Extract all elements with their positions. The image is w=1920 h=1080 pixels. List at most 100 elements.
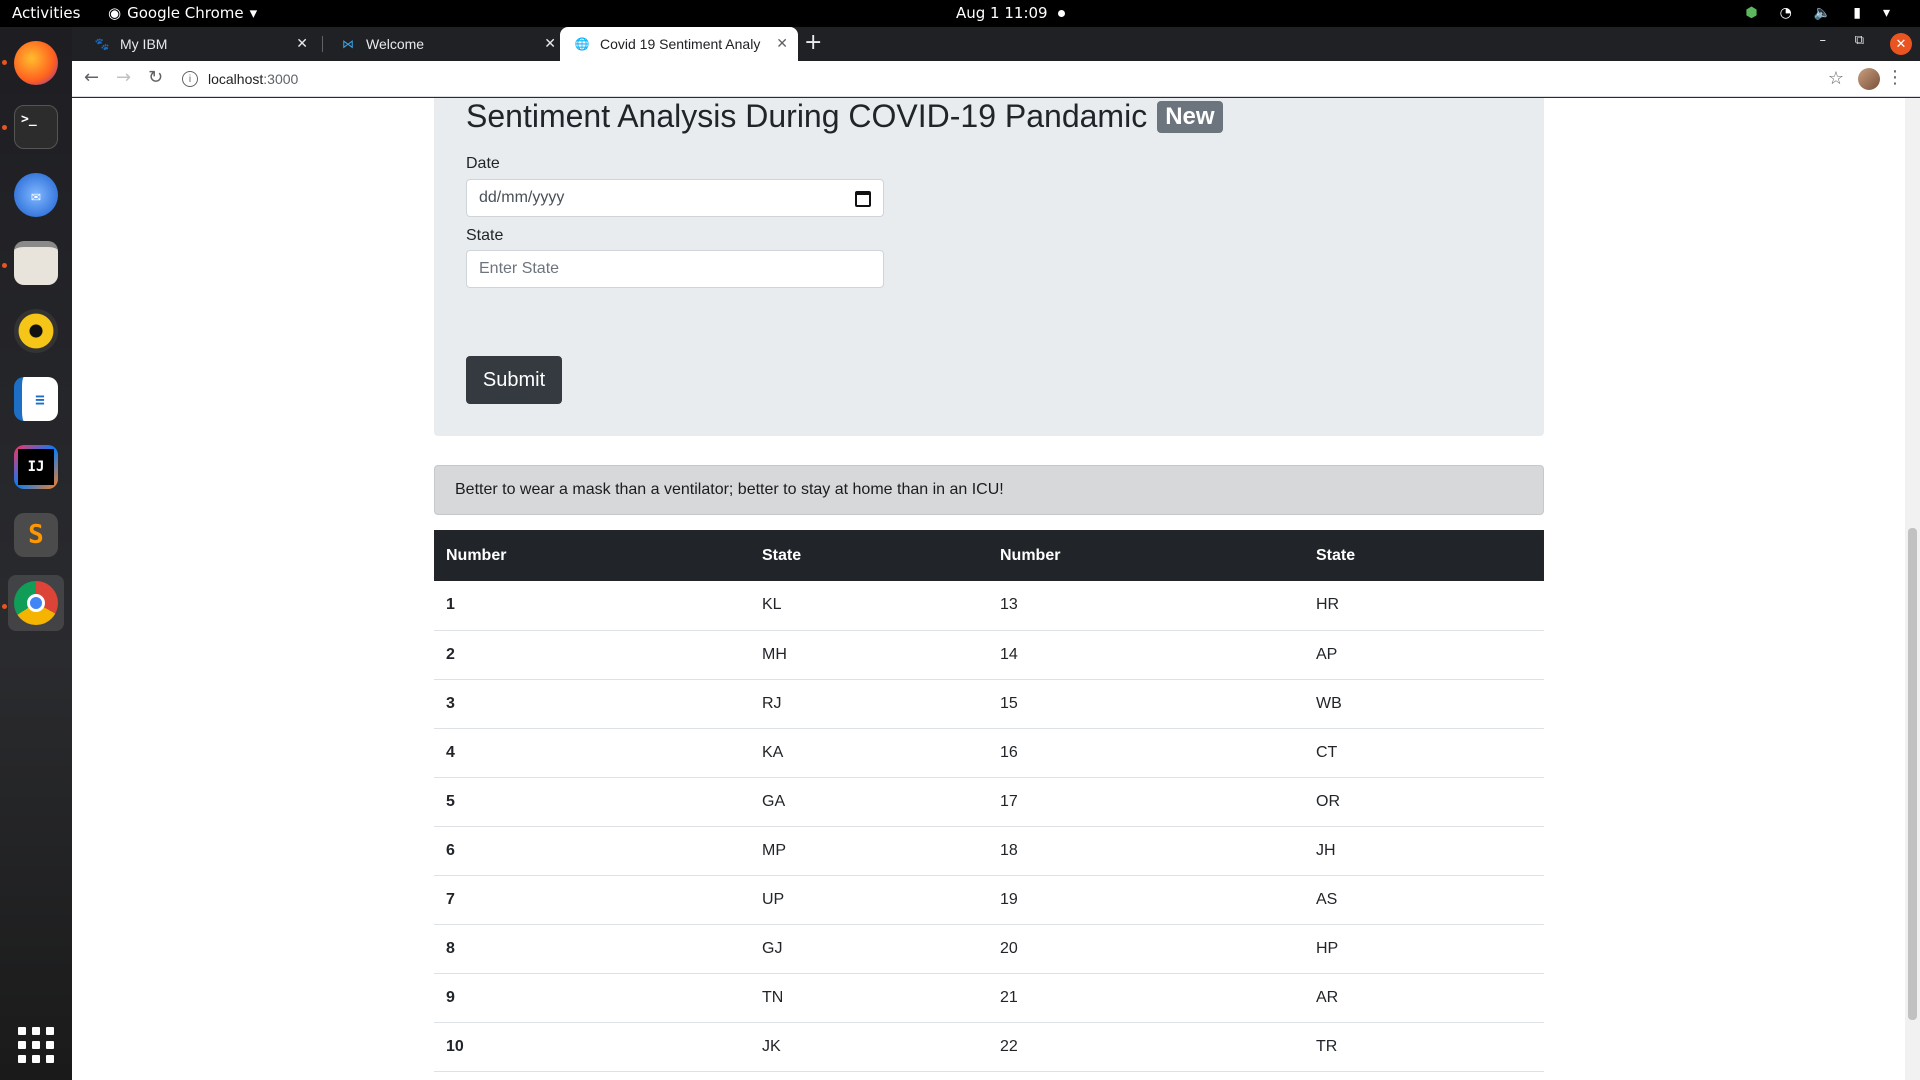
cell-state: UT bbox=[1304, 1071, 1544, 1080]
header-number: Number bbox=[988, 530, 1304, 581]
cell-state: WB bbox=[1304, 679, 1544, 729]
notification-dot-icon bbox=[1057, 10, 1065, 17]
app-menu-label: Google Chrome bbox=[127, 4, 244, 22]
cell-number: 20 bbox=[988, 924, 1304, 974]
dock-writer[interactable]: ≡ bbox=[8, 371, 64, 427]
cell-number: 1 bbox=[434, 581, 750, 631]
bookmark-star-icon[interactable]: ☆ bbox=[1828, 68, 1844, 89]
forward-icon[interactable]: → bbox=[116, 67, 131, 88]
table-row: 1 KL 13 HR bbox=[434, 581, 1544, 631]
dock-intellij[interactable]: IJ bbox=[8, 439, 64, 495]
cell-state: AS bbox=[1304, 875, 1544, 925]
window-close-button[interactable]: ✕ bbox=[1890, 33, 1912, 55]
alert-message: Better to wear a mask than a ventilator;… bbox=[434, 465, 1544, 515]
cell-state: HR bbox=[1304, 581, 1544, 631]
tab-title: My IBM bbox=[120, 36, 168, 52]
header-state: State bbox=[1304, 530, 1544, 581]
table-header-row: Number State Number State bbox=[434, 530, 1544, 581]
dock-firefox[interactable] bbox=[8, 35, 64, 91]
profile-avatar[interactable] bbox=[1858, 68, 1880, 90]
header-number: Number bbox=[434, 530, 750, 581]
scrollbar-thumb[interactable] bbox=[1908, 528, 1917, 1020]
rhythmbox-icon bbox=[14, 309, 58, 353]
dock-terminal[interactable]: >_ bbox=[8, 99, 64, 155]
running-indicator bbox=[2, 60, 7, 65]
state-input[interactable]: Enter State bbox=[466, 250, 884, 288]
cell-number: 23 bbox=[988, 1071, 1304, 1080]
dock-chrome[interactable] bbox=[8, 575, 64, 631]
cell-number: 18 bbox=[988, 826, 1304, 876]
minimize-icon[interactable]: – bbox=[1820, 33, 1827, 48]
submit-button[interactable]: Submit bbox=[466, 356, 562, 404]
cell-state: AP bbox=[1304, 630, 1544, 680]
show-applications-button[interactable] bbox=[8, 1017, 64, 1073]
site-info-icon[interactable]: i bbox=[182, 71, 198, 87]
browser-toolbar: ← → ↻ i localhost:3000 ☆ ⋮ bbox=[72, 61, 1920, 97]
cell-state: MP bbox=[750, 826, 988, 876]
table-row: 3 RJ 15 WB bbox=[434, 679, 1544, 729]
cell-number: 3 bbox=[434, 679, 750, 729]
activities-button[interactable]: Activities bbox=[12, 4, 80, 22]
chrome-small-icon: ◉ bbox=[108, 4, 122, 22]
terminal-icon: >_ bbox=[14, 105, 58, 149]
close-icon[interactable]: ✕ bbox=[296, 35, 308, 52]
system-tray[interactable]: ⬢ ◔ 🔈 ▮ ▾ bbox=[1745, 5, 1890, 21]
url-host: localhost bbox=[208, 71, 264, 87]
cell-state: OR bbox=[1304, 777, 1544, 827]
sublime-text-icon: S bbox=[14, 513, 58, 557]
tab-welcome[interactable]: ⋈ Welcome ✕ bbox=[326, 27, 566, 61]
tab-covid-sentiment[interactable]: 🌐 Covid 19 Sentiment Analy ✕ bbox=[560, 27, 798, 61]
tab-title: Welcome bbox=[366, 36, 425, 52]
cell-state: CT bbox=[1304, 728, 1544, 778]
cell-number: 19 bbox=[988, 875, 1304, 925]
page-viewport: Sentiment Analysis During COVID-19 Panda… bbox=[72, 98, 1920, 1080]
clock[interactable]: Aug 1 11:09 bbox=[956, 4, 1065, 22]
chevron-down-icon: ▾ bbox=[249, 4, 258, 22]
back-icon[interactable]: ← bbox=[84, 67, 99, 88]
cell-state: PY bbox=[750, 1071, 988, 1080]
cell-state: TR bbox=[1304, 1022, 1544, 1072]
cell-state: JK bbox=[750, 1022, 988, 1072]
shield-icon: ⬢ bbox=[1745, 5, 1758, 21]
gnome-top-bar: Activities ◉ Google Chrome ▾ Aug 1 11:09… bbox=[0, 0, 1920, 27]
ibm-favicon-icon: 🐾 bbox=[94, 37, 110, 51]
more-menu-icon[interactable]: ⋮ bbox=[1886, 67, 1904, 88]
calendar-icon[interactable] bbox=[855, 191, 871, 207]
table-row: 2 MH 14 AP bbox=[434, 630, 1544, 680]
url-port: :3000 bbox=[263, 71, 299, 87]
cell-number: 7 bbox=[434, 875, 750, 925]
address-bar[interactable]: i localhost:3000 bbox=[182, 65, 1882, 93]
cell-state: GJ bbox=[750, 924, 988, 974]
show-applications-icon bbox=[18, 1027, 54, 1063]
jumbotron: Sentiment Analysis During COVID-19 Panda… bbox=[434, 98, 1544, 436]
thunderbird-icon: ✉ bbox=[14, 173, 58, 217]
tab-my-ibm[interactable]: 🐾 My IBM ✕ bbox=[80, 27, 318, 61]
cell-number: 22 bbox=[988, 1022, 1304, 1072]
new-tab-button[interactable]: + bbox=[804, 30, 822, 55]
table-row: 4 KA 16 CT bbox=[434, 728, 1544, 778]
dock-thunderbird[interactable]: ✉ bbox=[8, 167, 64, 223]
app-menu[interactable]: ◉ Google Chrome ▾ bbox=[108, 4, 257, 22]
running-indicator bbox=[2, 263, 7, 268]
dock-files[interactable] bbox=[8, 235, 64, 291]
table-row: 6 MP 18 JH bbox=[434, 826, 1544, 876]
dock-sublime[interactable]: S bbox=[8, 507, 64, 563]
state-label: State bbox=[466, 227, 504, 244]
reload-icon[interactable]: ↻ bbox=[148, 67, 163, 88]
volume-icon: 🔈 bbox=[1813, 5, 1832, 21]
chrome-window: 🐾 My IBM ✕ ⋈ Welcome ✕ 🌐 Covid 19 Sentim… bbox=[72, 27, 1920, 1080]
close-icon[interactable]: ✕ bbox=[776, 35, 788, 52]
table-row: 11PY23UT bbox=[434, 1071, 1544, 1080]
dock: >_ ✉ ≡ IJ S bbox=[0, 27, 72, 1080]
page-scrollbar[interactable] bbox=[1905, 98, 1920, 1080]
cell-number: 13 bbox=[988, 581, 1304, 631]
date-field[interactable]: dd/mm/yyyy bbox=[466, 179, 884, 217]
date-label: Date bbox=[466, 155, 500, 172]
dock-rhythmbox[interactable] bbox=[8, 303, 64, 359]
restore-icon[interactable]: ⧉ bbox=[1855, 33, 1864, 48]
battery-icon: ▮ bbox=[1853, 5, 1861, 21]
cell-number: 9 bbox=[434, 973, 750, 1023]
new-badge: New bbox=[1157, 100, 1223, 133]
close-icon[interactable]: ✕ bbox=[544, 35, 556, 52]
globe-icon: 🌐 bbox=[574, 37, 590, 51]
